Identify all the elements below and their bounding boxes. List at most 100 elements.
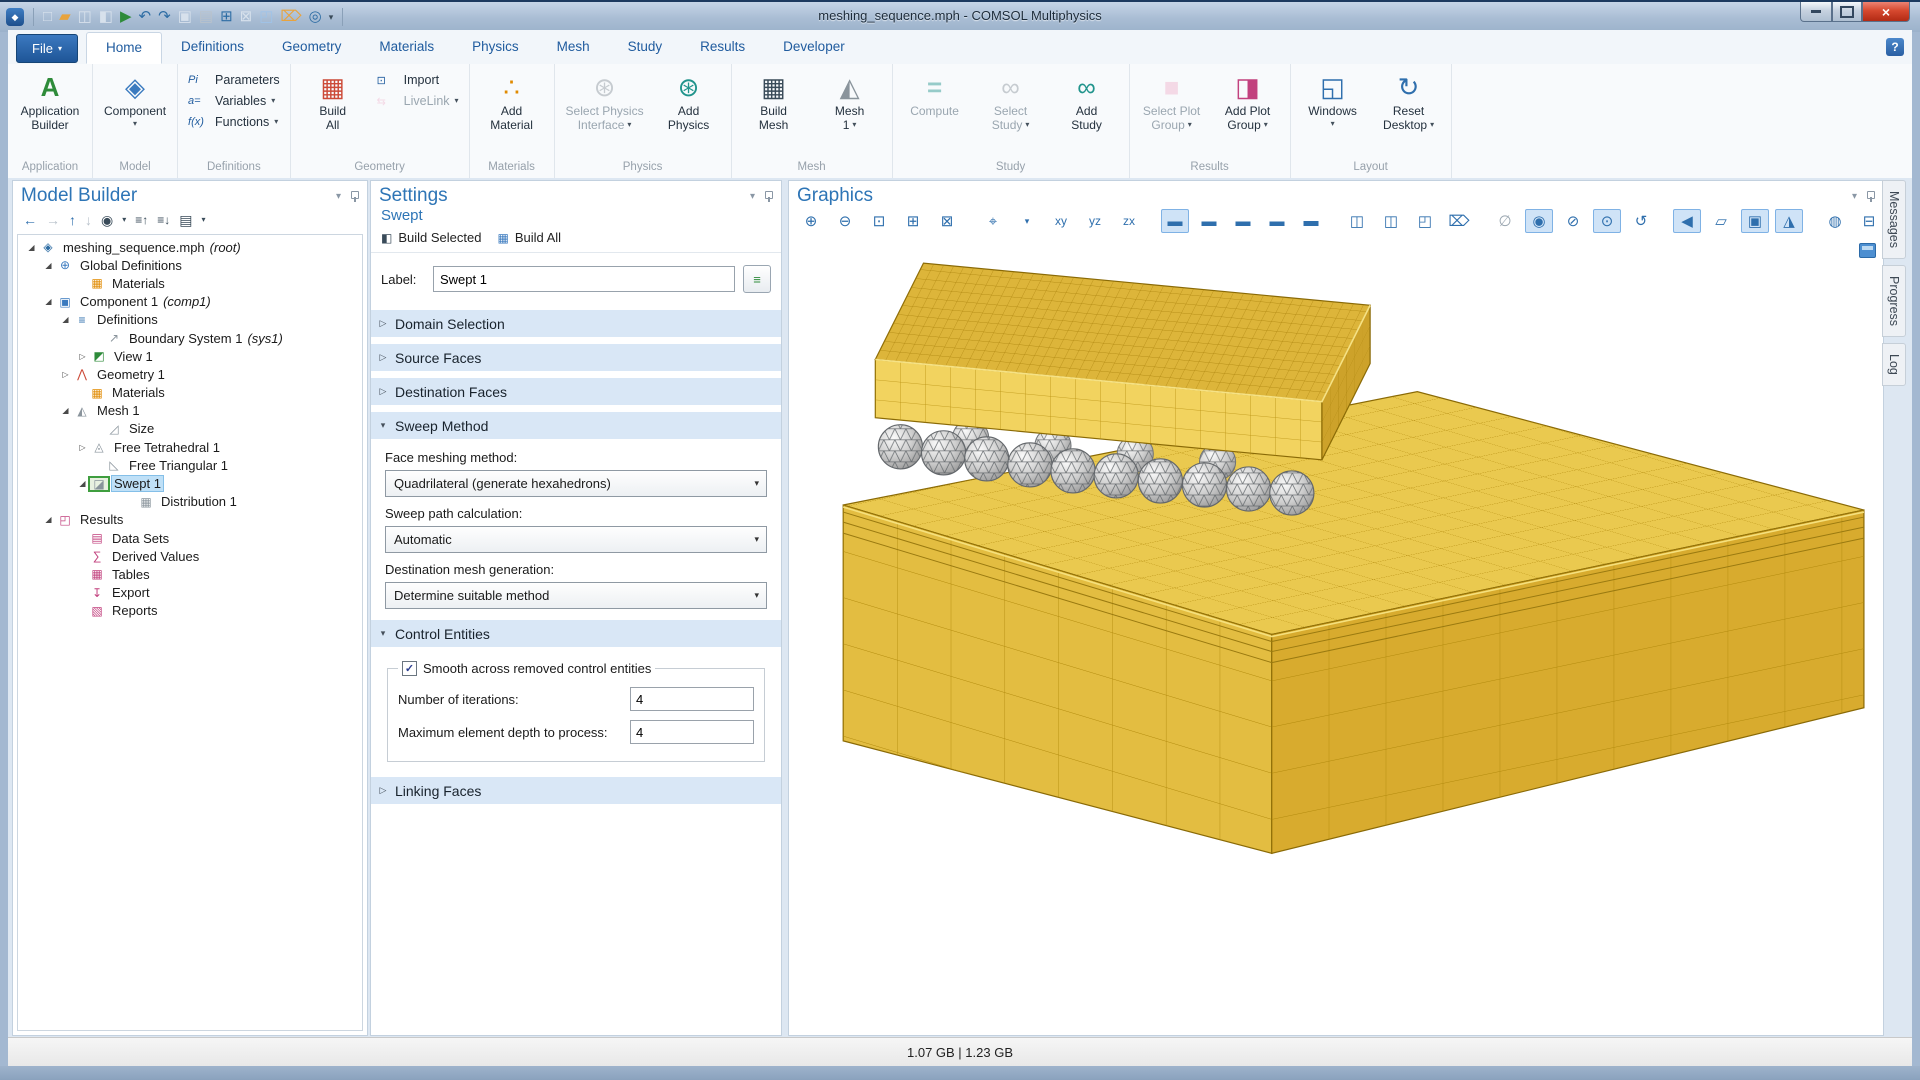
windows-button[interactable]: ◱ Windows ▾ bbox=[1297, 68, 1369, 132]
chevron-down-icon[interactable]: ▾ bbox=[202, 212, 206, 228]
maximize-button[interactable] bbox=[1832, 2, 1862, 22]
tree-item-export[interactable]: ↧Export bbox=[18, 584, 362, 602]
iterations-input[interactable] bbox=[630, 687, 754, 711]
component-button[interactable]: ◈ Component ▾ bbox=[99, 68, 171, 132]
panel-menu-icon[interactable]: ▾ bbox=[336, 191, 341, 202]
move-up-button[interactable]: ↑ bbox=[69, 212, 76, 228]
tab-study[interactable]: Study bbox=[609, 30, 682, 64]
zoom-box-button[interactable]: ⊡ bbox=[865, 209, 893, 233]
tab-mesh[interactable]: Mesh bbox=[538, 30, 609, 64]
rename-label-button[interactable]: ≡ bbox=[743, 265, 771, 293]
back-button[interactable]: ← bbox=[23, 212, 37, 228]
close-button[interactable]: × bbox=[1862, 2, 1910, 22]
max-depth-input[interactable] bbox=[630, 720, 754, 744]
show-options-button[interactable]: ◉ bbox=[101, 212, 113, 228]
tab-definitions[interactable]: Definitions bbox=[162, 30, 263, 64]
tree-item-view-1[interactable]: ▷◩View 1 bbox=[18, 347, 362, 365]
add-physics-button[interactable]: ⊛ Add Physics bbox=[653, 68, 725, 134]
tab-progress[interactable]: Progress bbox=[1882, 265, 1906, 337]
tab-physics[interactable]: Physics bbox=[453, 30, 538, 64]
tree-item-swept-1[interactable]: ◢◪Swept 1 bbox=[18, 474, 362, 492]
help-button[interactable]: ? bbox=[1886, 38, 1904, 56]
move-down-button[interactable]: ↓ bbox=[85, 212, 92, 228]
tab-materials[interactable]: Materials bbox=[360, 30, 453, 64]
expander-icon[interactable]: ▷ bbox=[75, 443, 90, 452]
go-to-xy-view-button[interactable]: xy bbox=[1047, 209, 1075, 233]
zoom-to-selection-button[interactable]: ⊠ bbox=[933, 209, 961, 233]
lighting-band-button[interactable]: ▬ bbox=[1263, 209, 1291, 233]
tree-item-reports[interactable]: ▧Reports bbox=[18, 602, 362, 620]
scene-light-button[interactable]: ◀ bbox=[1673, 209, 1701, 233]
tab-geometry[interactable]: Geometry bbox=[263, 30, 360, 64]
print-button[interactable]: ⊟ bbox=[1855, 209, 1883, 233]
select-plot-group-button[interactable]: ■ Select Plot Group▾ bbox=[1136, 68, 1208, 134]
wireframe-button[interactable]: ▣ bbox=[1741, 209, 1769, 233]
tree-item-data-sets[interactable]: ▤Data Sets bbox=[18, 529, 362, 547]
face-meshing-method-select[interactable]: Quadrilateral (generate hexahedrons) ▾ bbox=[385, 470, 767, 497]
dock-plot-icon[interactable] bbox=[1859, 243, 1876, 258]
add-study-button[interactable]: ∞ Add Study bbox=[1051, 68, 1123, 134]
select-study-button[interactable]: ∞ Select Study▾ bbox=[975, 68, 1047, 134]
lighting-top-button[interactable]: ▬ bbox=[1195, 209, 1223, 233]
selection-cube-b-button[interactable]: ◫ bbox=[1377, 209, 1405, 233]
file-menu-button[interactable]: File ▾ bbox=[16, 34, 78, 63]
go-to-zx-view-button[interactable]: zx bbox=[1115, 209, 1143, 233]
build-selected-button[interactable]: ◧ Build Selected bbox=[381, 230, 481, 245]
expander-icon[interactable]: ◢ bbox=[41, 297, 56, 306]
zoom-in-button[interactable]: ⊕ bbox=[797, 209, 825, 233]
chevron-down-icon[interactable]: ▾ bbox=[1013, 209, 1041, 233]
select-physics-interface-button[interactable]: ⊛ Select Physics Interface▾ bbox=[561, 68, 649, 134]
pin-icon[interactable] bbox=[763, 191, 773, 201]
selection-cube-a-button[interactable]: ◫ bbox=[1343, 209, 1371, 233]
lighting-split-button[interactable]: ▬ bbox=[1229, 209, 1257, 233]
tab-log[interactable]: Log bbox=[1882, 343, 1906, 386]
compute-button[interactable]: = Compute bbox=[899, 68, 971, 120]
expander-icon[interactable]: ▷ bbox=[75, 352, 90, 361]
tree-item-results[interactable]: ◢◰Results bbox=[18, 511, 362, 529]
hide-in-box-button[interactable]: ⊘ bbox=[1559, 209, 1587, 233]
mesh-render-button[interactable]: ◮ bbox=[1775, 209, 1803, 233]
expand-all-button[interactable]: ≡↓ bbox=[157, 212, 170, 228]
show-in-box-button[interactable]: ⊙ bbox=[1593, 209, 1621, 233]
add-material-button[interactable]: ∴ Add Material bbox=[476, 68, 548, 134]
reset-hiding-button[interactable]: ↺ bbox=[1627, 209, 1655, 233]
section-control-entities[interactable]: ▾ Control Entities bbox=[371, 620, 781, 647]
select-block-button[interactable]: ◰ bbox=[1411, 209, 1439, 233]
tree-view-options-button[interactable]: ▤ bbox=[179, 212, 192, 228]
expander-icon[interactable]: ◢ bbox=[58, 406, 73, 415]
import-button[interactable]: ⊡ Import bbox=[373, 72, 463, 88]
tree-item-geometry-1[interactable]: ▷⋀Geometry 1 bbox=[18, 365, 362, 383]
pin-icon[interactable] bbox=[1865, 191, 1875, 201]
zoom-out-button[interactable]: ⊖ bbox=[831, 209, 859, 233]
livelink-button[interactable]: ⇆ LiveLink ▾ bbox=[373, 93, 463, 109]
expander-icon[interactable]: ▷ bbox=[58, 370, 73, 379]
tree-item-global-definitions[interactable]: ◢⊕Global Definitions bbox=[18, 256, 362, 274]
tree-item-mesh-1[interactable]: ◢◭Mesh 1 bbox=[18, 402, 362, 420]
lighting-left-button[interactable]: ▬ bbox=[1161, 209, 1189, 233]
tab-results[interactable]: Results bbox=[681, 30, 764, 64]
tree-item-boundary-system-1[interactable]: ↗Boundary System 1(sys1) bbox=[18, 329, 362, 347]
expander-icon[interactable]: ◢ bbox=[41, 515, 56, 524]
add-plot-group-button[interactable]: ◨ Add Plot Group▾ bbox=[1212, 68, 1284, 134]
lighting-off-button[interactable]: ▬ bbox=[1297, 209, 1325, 233]
tree-item-tables[interactable]: ▦Tables bbox=[18, 565, 362, 583]
label-input[interactable] bbox=[433, 266, 735, 292]
tree-item-component-1[interactable]: ◢▣Component 1(comp1) bbox=[18, 293, 362, 311]
sweep-path-select[interactable]: Automatic ▾ bbox=[385, 526, 767, 553]
tab-home[interactable]: Home bbox=[86, 32, 162, 64]
go-to-yz-view-button[interactable]: yz bbox=[1081, 209, 1109, 233]
minimize-button[interactable] bbox=[1800, 2, 1832, 22]
expander-icon[interactable]: ◢ bbox=[41, 261, 56, 270]
parameters-button[interactable]: Pi Parameters bbox=[184, 72, 284, 88]
transparency-button[interactable]: ▱ bbox=[1707, 209, 1735, 233]
go-to-default-view-button[interactable]: ⌖ bbox=[979, 209, 1007, 233]
build-all-button-settings[interactable]: ▦ Build All bbox=[497, 230, 561, 245]
expander-icon[interactable]: ◢ bbox=[75, 479, 90, 488]
tree-item-materials-component[interactable]: ▦Materials bbox=[18, 384, 362, 402]
zoom-extents-button[interactable]: ⊞ bbox=[899, 209, 927, 233]
section-linking-faces[interactable]: ▷ Linking Faces bbox=[371, 777, 781, 804]
expander-icon[interactable]: ◢ bbox=[24, 243, 39, 252]
pin-icon[interactable] bbox=[349, 191, 359, 201]
tab-developer[interactable]: Developer bbox=[764, 30, 864, 64]
tree-item-materials-global[interactable]: ▦Materials bbox=[18, 274, 362, 292]
